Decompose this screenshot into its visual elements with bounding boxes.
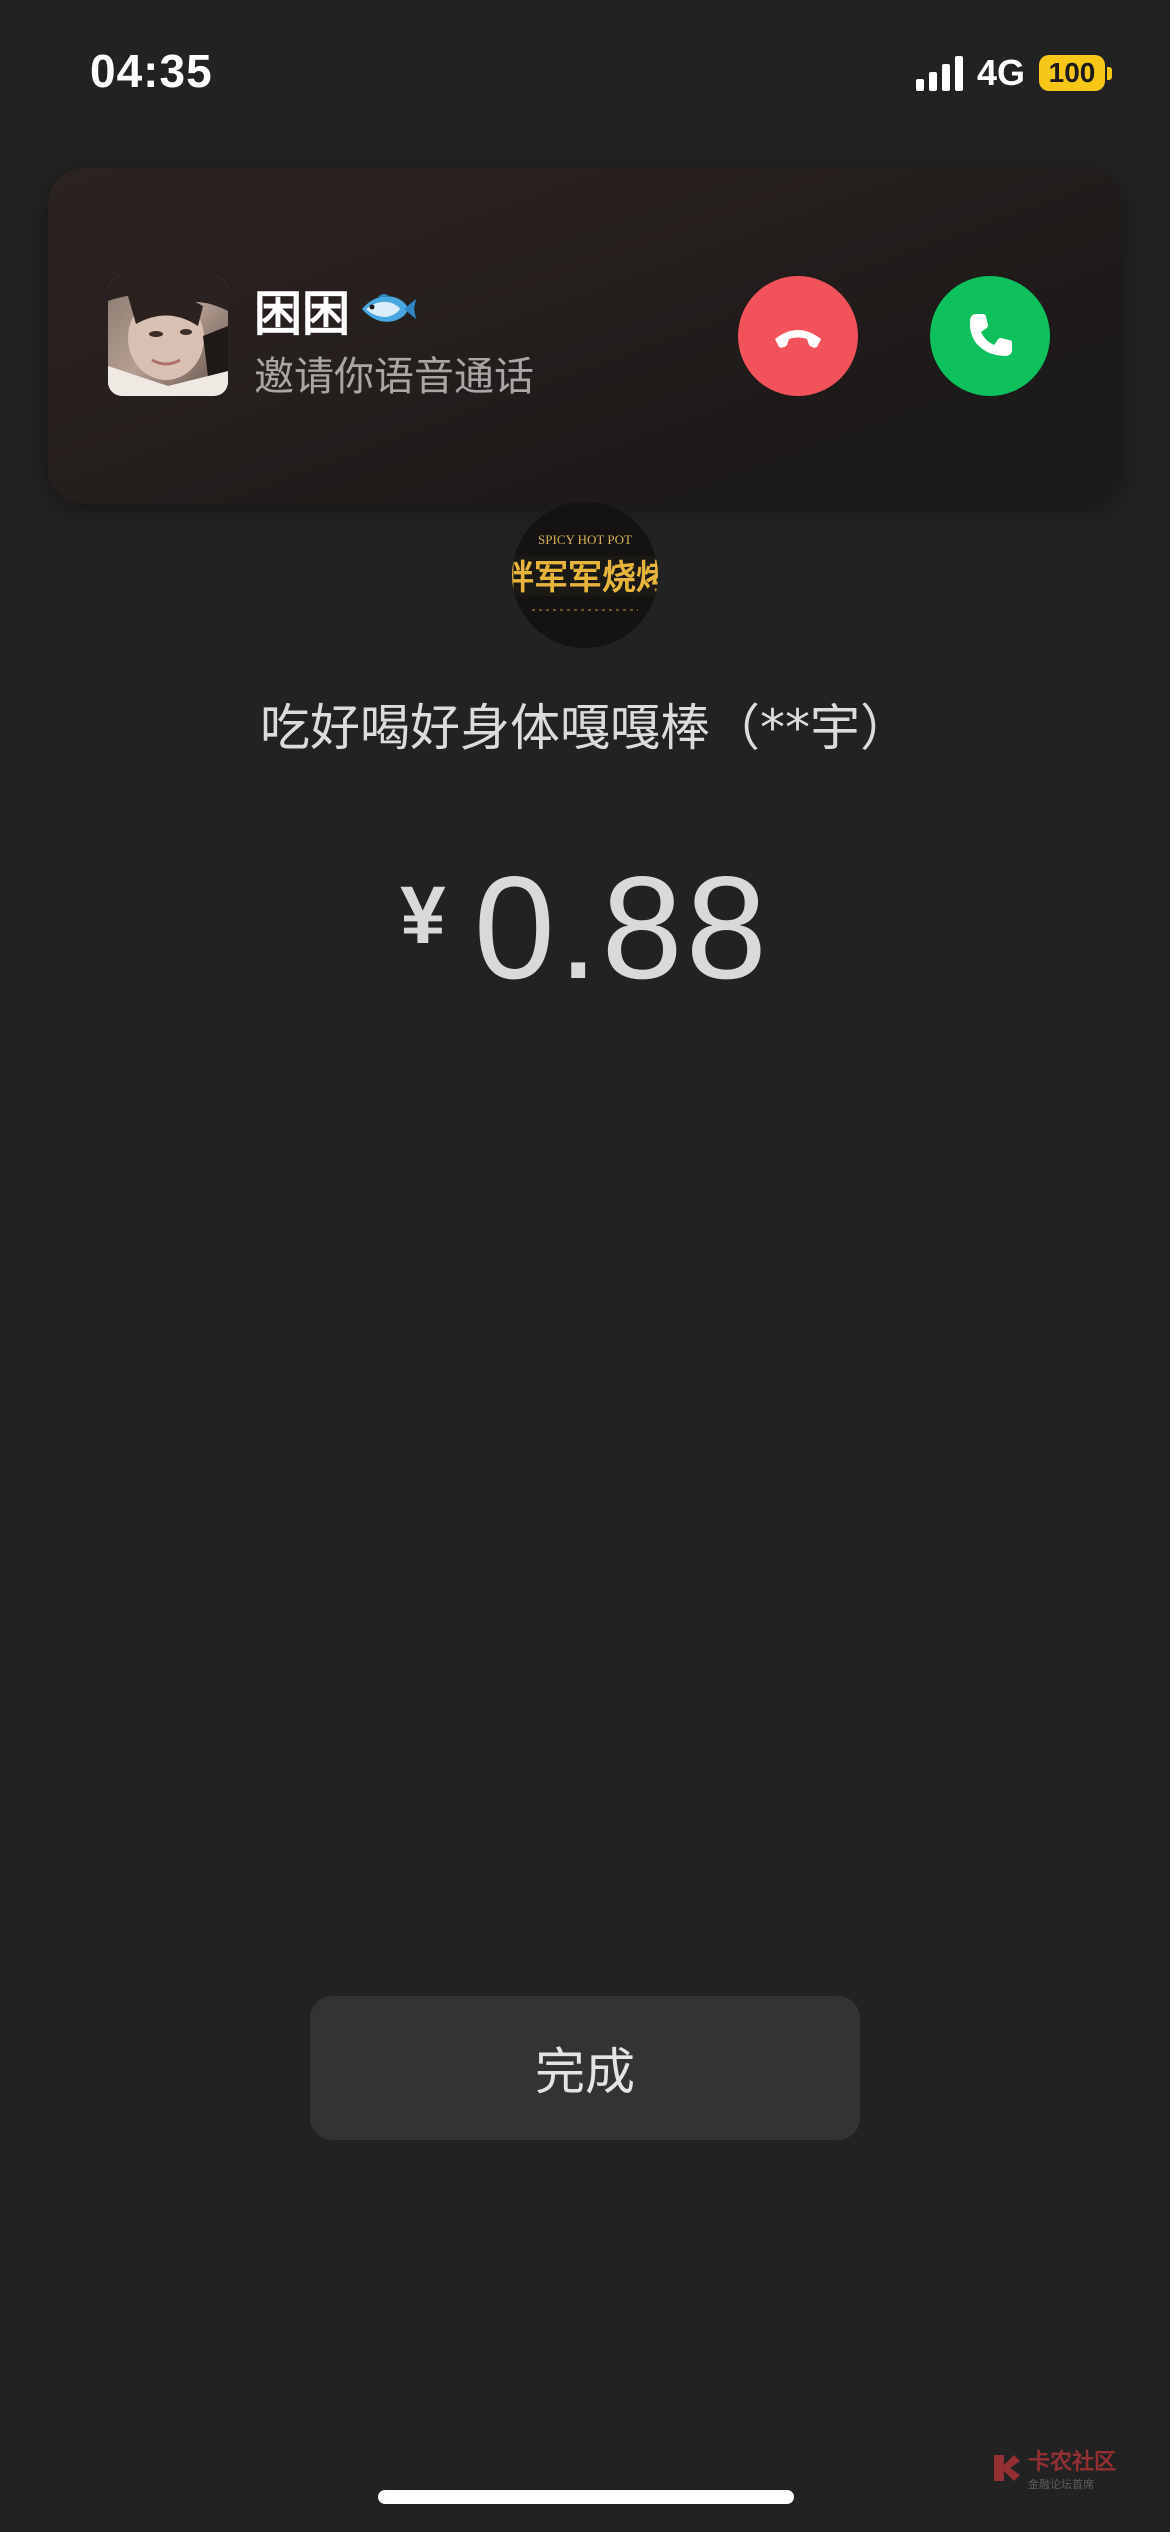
payment-amount: ¥ 0.88: [0, 855, 1170, 1001]
signal-strength-icon: [915, 55, 963, 91]
accept-call-button[interactable]: [930, 276, 1050, 396]
merchant-logo-top-text: SPICY HOT POT: [538, 532, 632, 547]
watermark-title: 卡农社区: [1028, 2450, 1117, 2475]
status-time: 04:35: [90, 45, 213, 97]
incoming-call-banner[interactable]: 困困 邀请你语音通话: [48, 168, 1122, 504]
watermark: 卡农社区 金融论坛首席: [990, 2444, 1116, 2492]
battery-icon: 100: [1039, 55, 1112, 91]
merchant-logo-main-text: 胖军军烧烤: [512, 558, 658, 598]
amount-value: 0.88: [473, 846, 770, 1009]
fish-icon: [356, 289, 417, 329]
caller-name-row: 困困: [254, 274, 417, 344]
decline-call-button[interactable]: [738, 276, 858, 396]
network-type: 4G: [976, 52, 1025, 93]
call-subtitle: 邀请你语音通话: [254, 354, 534, 400]
home-indicator[interactable]: [378, 2490, 794, 2504]
phone-icon: [969, 314, 1012, 356]
caller-name: 困困: [254, 286, 351, 342]
done-button[interactable]: 完成: [310, 1996, 860, 2140]
watermark-logo-icon: [994, 2455, 1020, 2481]
phone-hangup-icon: [775, 330, 821, 348]
caller-avatar: [108, 276, 228, 396]
watermark-subtitle: 金融论坛首席: [1028, 2478, 1094, 2491]
battery-level: 100: [1039, 55, 1105, 91]
merchant-name: 吃好喝好身体嘎嘎棒（**宇）: [260, 699, 910, 757]
merchant-logo: SPICY HOT POT 胖军军烧烤: [512, 502, 658, 648]
currency-symbol: ¥: [400, 870, 446, 961]
status-indicators: 4G 100: [915, 50, 1112, 96]
